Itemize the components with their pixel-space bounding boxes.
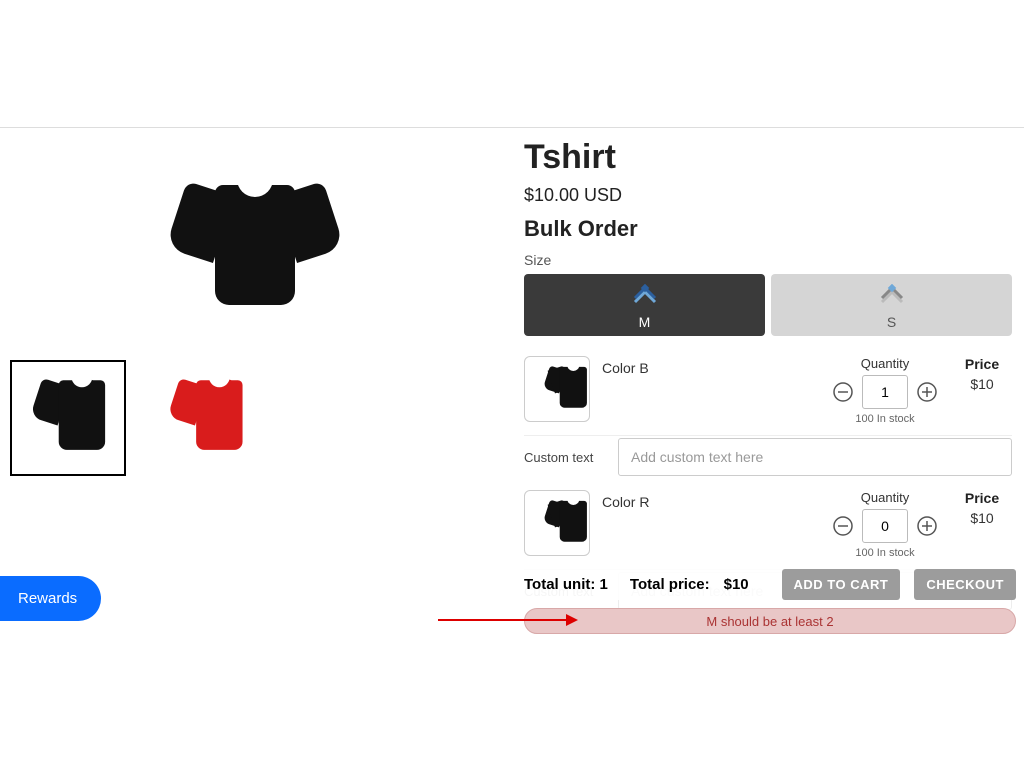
annotation-arrow-icon — [438, 610, 578, 635]
minus-icon[interactable] — [832, 515, 854, 537]
add-to-cart-button[interactable]: ADD TO CART — [782, 569, 901, 600]
rewards-button[interactable]: Rewards — [0, 576, 101, 621]
variant-swatch[interactable] — [524, 490, 590, 556]
variant-color-name: Color B — [602, 356, 818, 376]
size-tab-m[interactable]: M — [524, 274, 765, 336]
size-tab-s[interactable]: S — [771, 274, 1012, 336]
summary-bar: Total unit: 1 Total price: $10 ADD TO CA… — [524, 568, 1016, 600]
thumbnail-red[interactable] — [148, 360, 264, 476]
stock-label: 100 In stock — [855, 413, 914, 425]
price-header: Price — [952, 356, 1012, 372]
size-label: Size — [524, 252, 1012, 268]
total-price-label: Total price: — [630, 576, 710, 593]
plus-icon[interactable] — [916, 515, 938, 537]
custom-text-label: Custom text — [524, 450, 606, 465]
plus-icon[interactable] — [916, 381, 938, 403]
checkout-button[interactable]: CHECKOUT — [914, 569, 1016, 600]
size-tab-label: M — [639, 314, 651, 330]
bulk-order-heading: Bulk Order — [524, 216, 1012, 242]
variant-swatch[interactable] — [524, 356, 590, 422]
tab-logo-icon — [878, 284, 906, 311]
quantity-header: Quantity — [861, 356, 909, 371]
variant-color-name: Color R — [602, 490, 818, 510]
variant-row: Color R Quantity 100 In stock Price $10 — [524, 482, 1012, 570]
custom-text-input[interactable] — [618, 438, 1012, 476]
total-price-value: $10 — [724, 576, 749, 593]
product-price: $10.00 USD — [524, 185, 1012, 206]
quantity-input[interactable] — [862, 375, 908, 409]
thumbnail-black[interactable] — [10, 360, 126, 476]
top-whitespace — [0, 0, 1024, 128]
minus-icon[interactable] — [832, 381, 854, 403]
variant-price: $10 — [952, 376, 1012, 392]
quantity-input[interactable] — [862, 509, 908, 543]
variant-row: Color B Quantity 100 In stock Price $10 — [524, 348, 1012, 436]
size-tab-label: S — [887, 314, 896, 330]
validation-error: M should be at least 2 — [524, 608, 1016, 634]
total-unit-label: Total unit: 1 — [524, 576, 608, 593]
variant-price: $10 — [952, 510, 1012, 526]
price-header: Price — [952, 490, 1012, 506]
product-title: Tshirt — [524, 138, 1012, 177]
stock-label: 100 In stock — [855, 547, 914, 559]
product-main-image — [8, 140, 502, 360]
quantity-header: Quantity — [861, 490, 909, 505]
tab-logo-icon — [631, 284, 659, 311]
